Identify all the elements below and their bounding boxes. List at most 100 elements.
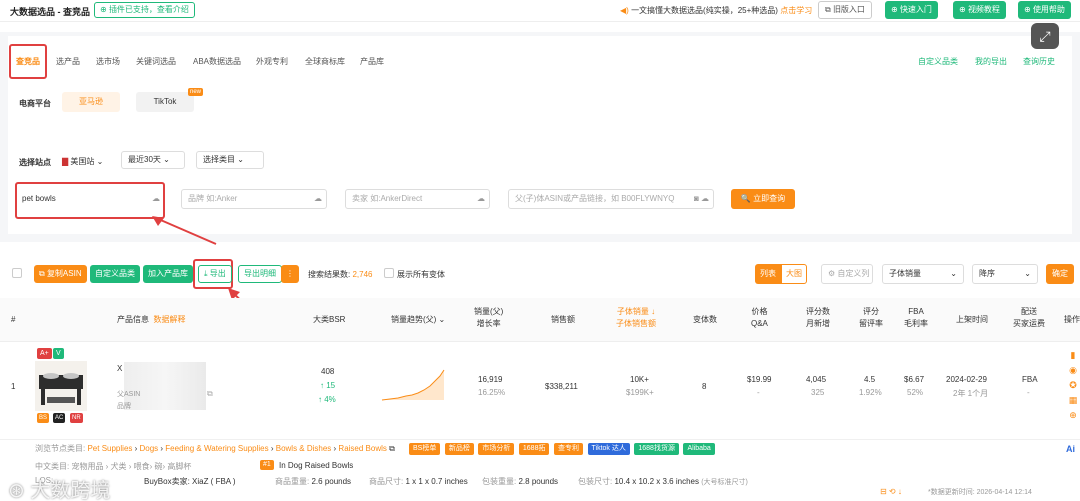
crumb-item[interactable]: Dogs — [140, 444, 159, 453]
more-op-icon[interactable]: ⊕ — [1069, 410, 1077, 420]
sales-value: 16,919 — [478, 375, 503, 384]
col-sales[interactable]: 销量(父) 增长率 — [474, 306, 503, 330]
sales-trend-chart[interactable] — [380, 366, 448, 402]
category-select[interactable]: 选择类目 ⌄ — [196, 151, 264, 169]
col-launch[interactable]: 上架时间 — [956, 314, 988, 326]
tag-1688[interactable]: 1688拓 — [518, 443, 550, 455]
video-tutorial-button[interactable]: ⊕ 视频教程 — [953, 1, 1006, 19]
site-label: 选择站点 — [19, 158, 51, 167]
country-select[interactable]: ▇ 美国站 ⌄ — [62, 156, 103, 167]
view-list-button[interactable]: 列表 — [755, 264, 781, 284]
crumb-item[interactable]: Pet Supplies — [87, 444, 132, 453]
pkg-weight-value: 2.8 pounds — [518, 477, 559, 486]
tab-keyword[interactable]: 关键词选品 — [136, 56, 176, 67]
custom-category-button[interactable]: 自定义品类 — [90, 265, 140, 283]
price-value: $19.99 — [747, 375, 772, 384]
keyword-input[interactable]: pet bowls ☁ — [22, 189, 160, 209]
alibaba-tag[interactable]: Alibaba — [683, 443, 715, 455]
product-title[interactable]: X — [117, 364, 122, 373]
tab-aba[interactable]: ABA数据选品 — [193, 56, 241, 67]
camera-icon[interactable]: ◙ ☁ — [694, 190, 709, 208]
bs-list-tag[interactable]: BS榜单 — [409, 443, 441, 455]
col-revenue[interactable]: 销售额 — [551, 314, 575, 326]
col-fba[interactable]: FBA 毛利率 — [904, 306, 928, 330]
col-bsr[interactable]: 大类BSR — [313, 314, 345, 326]
source-1688-tag[interactable]: 1688找货源 — [634, 443, 679, 455]
product-image[interactable] — [35, 361, 87, 411]
sort-field-select[interactable]: 子体销量 ⌄ — [882, 264, 964, 284]
data-explain-link[interactable]: 数据解释 — [153, 315, 185, 324]
announcement[interactable]: ◀) 一文搞懂大数据选品(纯实操，25+种选品) 点击学习 — [620, 5, 812, 16]
highlight-box-tab — [9, 44, 47, 79]
grid-op-icon[interactable]: ▦ — [1069, 395, 1078, 405]
quick-start-button[interactable]: ⊕ 快速入门 — [885, 1, 938, 19]
ai-icon[interactable]: Ai — [1066, 444, 1075, 454]
col-product: 产品信息 数据解释 — [117, 314, 185, 326]
col-child-sales[interactable]: 子体销量 ↓ 子体销售额 — [616, 306, 656, 330]
custom-columns-button[interactable]: ⚙ 自定义列 — [821, 264, 873, 284]
tab-product-lib[interactable]: 产品库 — [360, 56, 384, 67]
target-op-icon[interactable]: ✪ — [1069, 380, 1077, 390]
size-value: 1 x 1 x 0.7 inches — [405, 477, 468, 486]
sort-order-select[interactable]: 降序 ⌄ — [972, 264, 1038, 284]
upload-icon[interactable]: ☁ — [152, 189, 160, 209]
old-entry-button[interactable]: ⧉ 旧版入口 — [818, 1, 872, 19]
expand-icon[interactable]: ⤢ — [1031, 23, 1059, 49]
confirm-sort-button[interactable]: 确定 — [1046, 264, 1074, 284]
col-variants[interactable]: 变体数 — [693, 314, 717, 326]
tab-products[interactable]: 选产品 — [56, 56, 80, 67]
announce-link[interactable]: 点击学习 — [780, 6, 812, 15]
show-variants-checkbox[interactable] — [384, 268, 394, 278]
ac-tag: AC — [53, 413, 66, 423]
help-button[interactable]: ⊕ 使用帮助 — [1018, 1, 1071, 19]
platform-tiktok[interactable]: TikTok — [136, 92, 194, 112]
period-select[interactable]: 最近30天 ⌄ — [121, 151, 185, 169]
query-button[interactable]: 🔍 立即查询 — [731, 189, 795, 209]
seller-upload-icon[interactable]: ☁ — [477, 190, 485, 208]
export-button[interactable]: ⤓ 导出 — [198, 265, 232, 283]
tab-market[interactable]: 选市场 — [96, 56, 120, 67]
view-grid-button[interactable]: 大图 — [781, 264, 807, 284]
col-trend[interactable]: 销量趋势(父) ⌄ — [391, 314, 445, 326]
pin-op-icon[interactable]: ◉ — [1069, 365, 1077, 375]
platform-amazon[interactable]: 亚马逊 — [62, 92, 120, 112]
copy-asin-button[interactable]: ⧉ 复制ASIN — [34, 265, 87, 283]
custom-category-link[interactable]: 自定义品类 — [918, 56, 958, 67]
export-detail-button[interactable]: 导出明细 — [238, 265, 282, 283]
seller-input[interactable]: 卖家 如:AnkerDirect ☁ — [345, 189, 490, 209]
more-button[interactable]: ⋮ — [281, 265, 299, 283]
crumb-item[interactable]: Bowls & Dishes — [276, 444, 332, 453]
patent-tag[interactable]: 查专利 — [553, 443, 583, 455]
tab-patent[interactable]: 外观专利 — [256, 56, 288, 67]
footer-icons[interactable]: ⊟ ⟲ ↓ — [880, 487, 902, 496]
asin-input[interactable]: 父(子)体ASIN或产品链接，如 B00FLYWNYQ ◙ ☁ — [508, 189, 714, 209]
buybox-seller[interactable]: BuyBox卖家: XiaZ ( FBA ) — [144, 476, 236, 487]
col-reviews[interactable]: 评分数 月新增 — [806, 306, 830, 330]
new-list-tag[interactable]: 新品榜 — [444, 443, 474, 455]
child-sales-value: 10K+ — [630, 375, 649, 384]
ops-icons[interactable]: ▮ ◉ ✪ ▦ ⊕ — [1068, 348, 1078, 423]
copy-icon[interactable]: ⧉ — [207, 389, 213, 399]
query-history-link[interactable]: 查询历史 — [1023, 56, 1055, 67]
watermark-text: 大数跨境 — [30, 480, 111, 501]
show-variants-label: 展示所有变体 — [397, 270, 445, 279]
col-rating[interactable]: 评分 留评率 — [859, 306, 883, 330]
brand-input[interactable]: 品牌 如:Anker ☁ — [181, 189, 327, 209]
plugin-note-link[interactable]: ⊕ 插件已支持，查看介绍 — [94, 2, 195, 18]
crumb-item[interactable]: Feeding & Watering Supplies — [165, 444, 268, 453]
market-analysis-tag[interactable]: 市场分析 — [478, 443, 515, 455]
col-price[interactable]: 价格 Q&A — [751, 306, 768, 330]
seller-placeholder: 卖家 如:AnkerDirect — [352, 194, 423, 203]
tab-trademark[interactable]: 全球商标库 — [305, 56, 345, 67]
brand-placeholder: 品牌 如:Anker — [188, 194, 238, 203]
crumb-item[interactable]: Raised Bowls — [338, 444, 386, 453]
tiktok-tag[interactable]: Tiktok 达人 — [587, 443, 630, 455]
select-all-checkbox[interactable] — [12, 268, 22, 278]
col-shipping[interactable]: 配送 买家运费 — [1013, 306, 1045, 330]
col-ship-a: 配送 — [1021, 307, 1037, 316]
reviews-value: 4,045 — [806, 375, 827, 384]
add-to-library-button[interactable]: 加入产品库 — [143, 265, 193, 283]
my-exports-link[interactable]: 我的导出 — [975, 56, 1007, 67]
brand-upload-icon[interactable]: ☁ — [314, 190, 322, 208]
chart-op-icon[interactable]: ▮ — [1071, 350, 1076, 360]
